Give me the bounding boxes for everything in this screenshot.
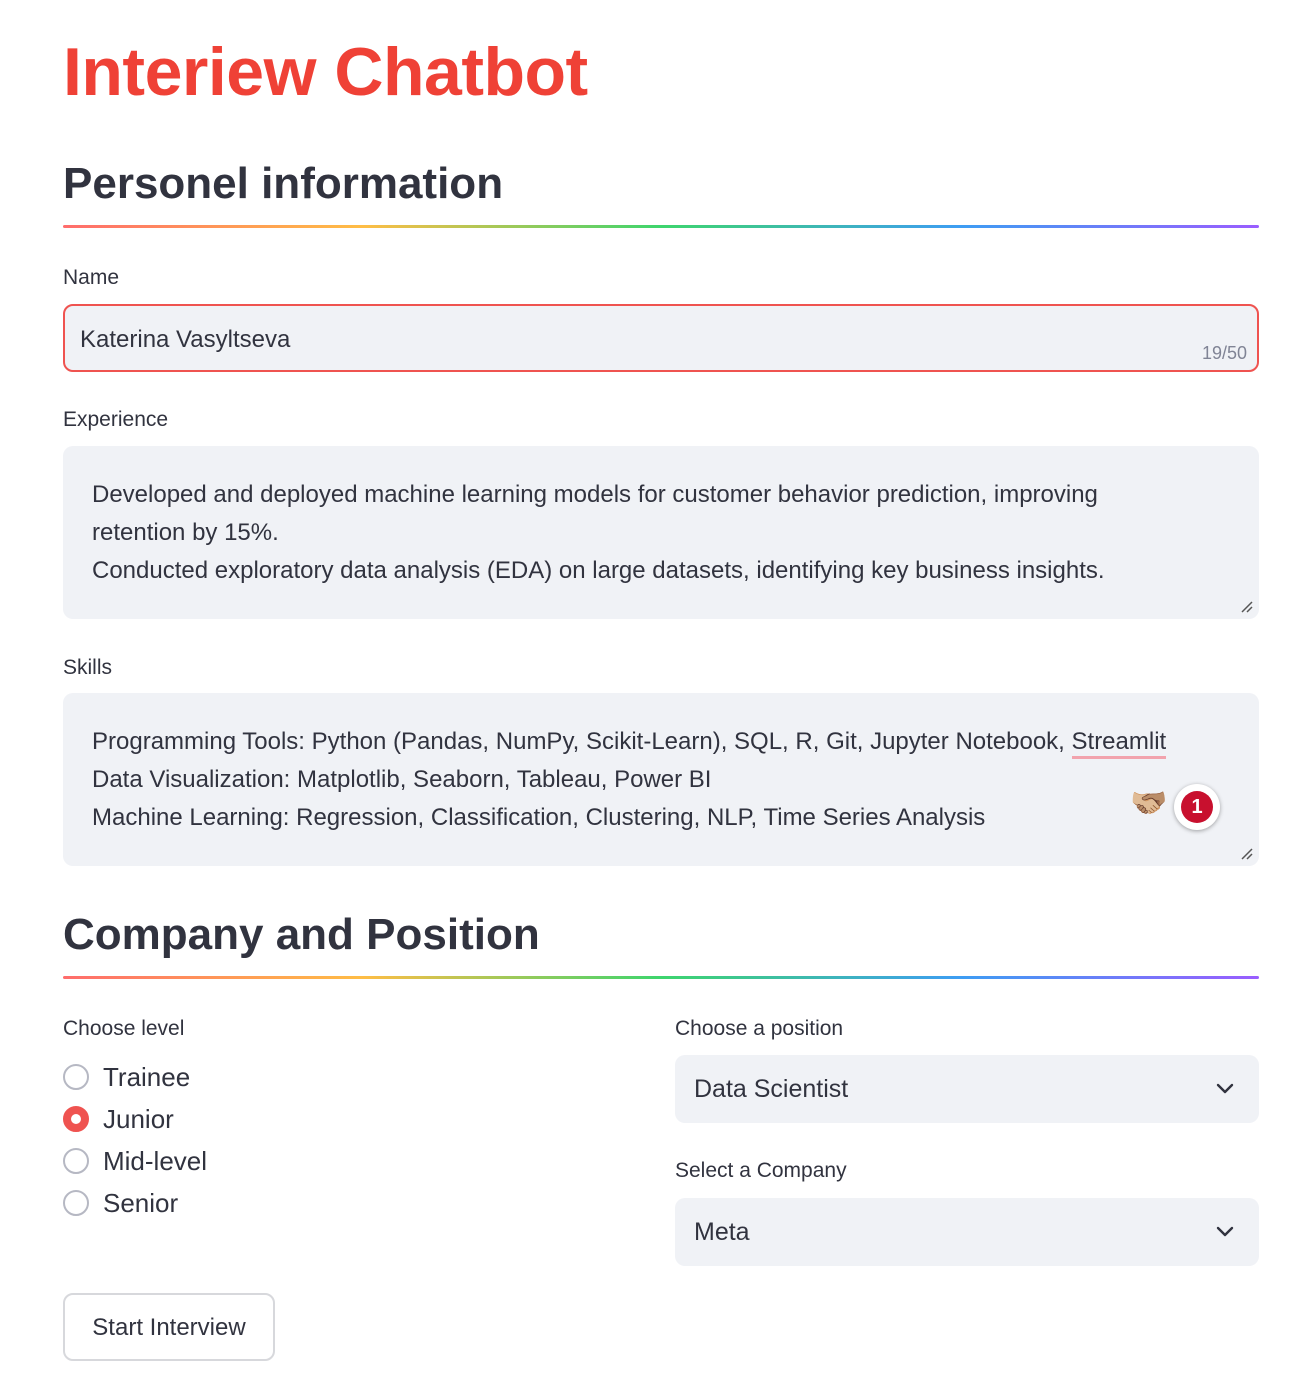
company-select[interactable]: Meta — [675, 1198, 1259, 1266]
company-label: Select a Company — [675, 1159, 847, 1182]
radio-option-mid-level[interactable]: Mid-level — [63, 1144, 303, 1178]
radio-circle[interactable] — [63, 1148, 89, 1174]
experience-line: Developed and deployed machine learning … — [92, 481, 1098, 508]
spelling-flagged-word[interactable]: Streamlit — [1071, 728, 1167, 759]
radio-option-senior[interactable]: Senior — [63, 1186, 303, 1220]
radio-option-junior[interactable]: Junior — [63, 1102, 303, 1136]
experience-line: retention by 15%. — [92, 519, 279, 546]
app-title: Interiew Chatbot — [63, 34, 588, 110]
radio-label: Trainee — [103, 1062, 191, 1092]
personal-info-heading: Personel information — [63, 159, 504, 208]
skills-line: Programming Tools: Python (Pandas, NumPy… — [92, 723, 1167, 761]
position-label: Choose a position — [675, 1017, 844, 1040]
handshake-icon: 🫱🏼‍🫲🏽 — [1130, 787, 1168, 820]
section-divider — [63, 976, 1259, 979]
radio-circle[interactable] — [63, 1064, 89, 1090]
section-divider — [63, 225, 1259, 228]
writing-assistant-widget[interactable]: 🫱🏼‍🫲🏽 1 — [1128, 784, 1224, 832]
skills-textarea[interactable]: Programming Tools: Python (Pandas, NumPy… — [63, 693, 1259, 866]
radio-label: Mid-level — [103, 1146, 208, 1176]
name-input[interactable]: Katerina Vasyltseva 19/50 — [63, 304, 1259, 372]
radio-label: Senior — [103, 1188, 179, 1218]
company-value: Meta — [694, 1218, 750, 1246]
start-interview-button[interactable]: Start Interview — [63, 1293, 275, 1361]
level-label: Choose level — [63, 1017, 185, 1040]
name-label: Name — [63, 266, 120, 289]
issue-count: 1 — [1181, 791, 1213, 823]
radio-circle[interactable] — [63, 1190, 89, 1216]
company-position-heading: Company and Position — [63, 910, 540, 959]
skills-line: Machine Learning: Regression, Classifica… — [92, 804, 986, 831]
experience-label: Experience — [63, 408, 169, 431]
character-counter: 19/50 — [1201, 343, 1247, 363]
skills-label: Skills — [63, 656, 113, 679]
name-value: Katerina Vasyltseva — [80, 326, 291, 353]
experience-line: Conducted exploratory data analysis (EDA… — [92, 557, 1105, 584]
radio-circle-selected[interactable] — [63, 1106, 89, 1132]
skills-line: Data Visualization: Matplotlib, Seaborn,… — [92, 766, 712, 793]
chevron-down-icon — [1216, 1083, 1234, 1094]
skills-line-text: Programming Tools: Python (Pandas, NumPy… — [92, 728, 1072, 755]
resize-handle-icon[interactable] — [1239, 599, 1253, 613]
issue-badge[interactable]: 1 — [1174, 784, 1220, 830]
experience-textarea[interactable]: Developed and deployed machine learning … — [63, 446, 1259, 619]
chevron-down-icon — [1216, 1226, 1234, 1237]
position-select[interactable]: Data Scientist — [675, 1055, 1259, 1123]
radio-label: Junior — [103, 1104, 174, 1134]
radio-option-trainee[interactable]: Trainee — [63, 1060, 303, 1094]
position-value: Data Scientist — [694, 1075, 849, 1103]
resize-handle-icon[interactable] — [1239, 846, 1253, 860]
